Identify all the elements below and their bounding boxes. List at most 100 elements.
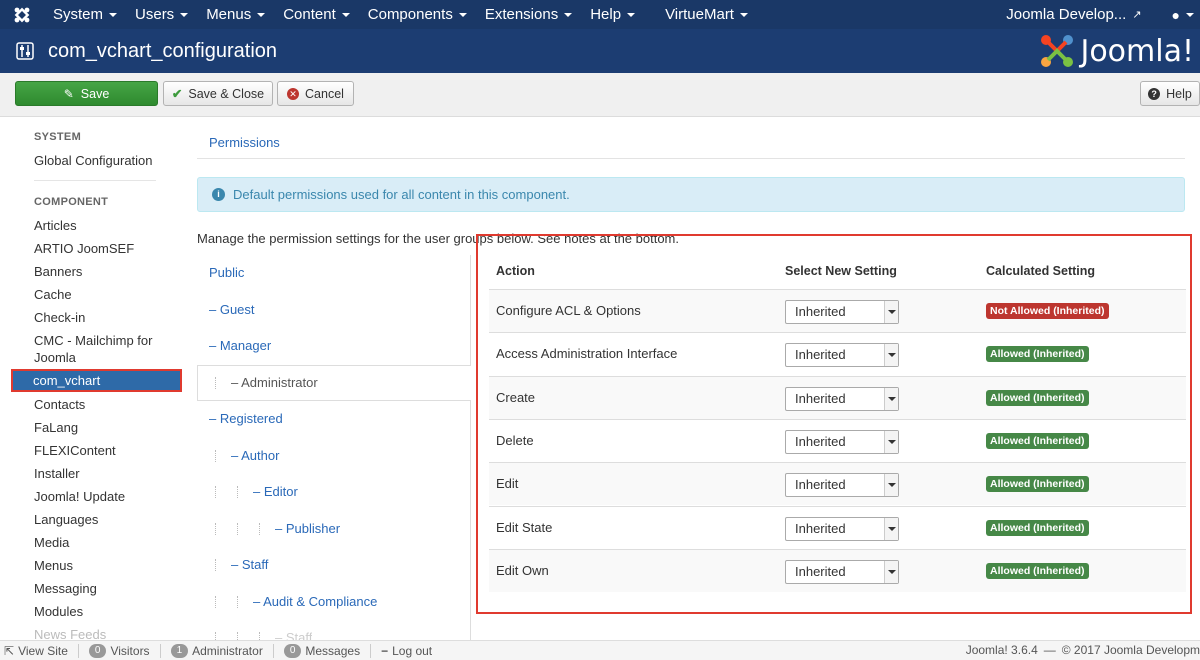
sidebar-item-menus[interactable]: Menus <box>34 557 73 574</box>
sidebar-item-global-configuration[interactable]: Global Configuration <box>34 152 153 169</box>
logout-link[interactable]: − Log out <box>381 644 432 658</box>
tab-permissions[interactable]: Permissions <box>209 135 280 150</box>
chevron-down-icon <box>257 13 266 17</box>
group-tab-registered[interactable]: – Registered <box>209 411 283 426</box>
status-divider <box>77 643 79 658</box>
messages-link[interactable]: 0 Messages <box>283 643 361 658</box>
group-tab-manager[interactable]: – Manager <box>209 338 271 353</box>
sidebar-item-languages[interactable]: Languages <box>34 511 98 528</box>
menu-components[interactable]: Components <box>359 0 476 29</box>
joomla-brand: Joomla! <box>1038 29 1200 73</box>
group-tab-audit-compliance[interactable]: – Audit & Compliance <box>253 594 377 609</box>
menu-system[interactable]: System <box>44 0 126 29</box>
options-icon <box>16 42 34 60</box>
top-navbar: System Users Menus Content Components Extensi… <box>0 0 1200 29</box>
sidebar-item-messaging[interactable]: Messaging <box>34 580 97 597</box>
chevron-down-icon <box>1186 13 1194 17</box>
chevron-down-icon <box>109 13 118 17</box>
status-divider <box>370 643 372 658</box>
chevron-down-icon <box>627 13 636 17</box>
view-site-link[interactable]: ⇱ View Site <box>4 644 68 658</box>
save-close-label: Save & Close <box>188 86 265 101</box>
admin-label: Administrator <box>192 643 263 658</box>
menu-label: Extensions <box>484 6 559 23</box>
tree-line <box>215 596 216 608</box>
menu-label: Menus <box>206 6 252 23</box>
cancel-button[interactable]: ✕ Cancel <box>277 81 354 106</box>
help-button[interactable]: ? Help <box>1140 81 1200 106</box>
version-info: Joomla! 3.6.4 — © 2017 Joomla Developm <box>966 643 1200 657</box>
tree-line <box>259 523 260 535</box>
help-icon: ? <box>1148 87 1161 100</box>
sidebar-item-com-vchart[interactable]: com_vchart <box>11 369 182 392</box>
chevron-down-icon <box>341 13 350 17</box>
sidebar-item-articles[interactable]: Articles <box>34 217 77 234</box>
tab-divider <box>197 158 1185 159</box>
menu-users[interactable]: Users <box>126 0 197 29</box>
group-tab-guest[interactable]: – Guest <box>209 302 255 317</box>
toolbar: ✎ Save ✔ Save & Close ✕ Cancel ? Help <box>0 73 1200 117</box>
menu-extensions[interactable]: Extensions <box>476 0 581 29</box>
sidebar-item-check-in[interactable]: Check-in <box>34 309 85 326</box>
group-tab-administrator[interactable]: – Administrator <box>231 375 318 390</box>
check-icon: ✔ <box>171 87 183 101</box>
sidebar-item-joomla-update[interactable]: Joomla! Update <box>34 488 125 505</box>
sidebar-item-media[interactable]: Media <box>34 534 69 551</box>
tree-line <box>237 486 238 498</box>
tree-line <box>215 523 216 535</box>
menu-virtuemart[interactable]: VirtueMart <box>656 0 757 29</box>
sidebar-item-banners[interactable]: Banners <box>34 263 82 280</box>
highlight-box <box>476 234 1192 614</box>
group-tab-staff[interactable]: – Staff <box>275 630 312 640</box>
copyright-text: © 2017 Joomla Developm <box>1061 643 1200 657</box>
group-tab-editor[interactable]: – Editor <box>253 484 298 499</box>
menu-content[interactable]: Content <box>274 0 359 29</box>
edit-icon: ✎ <box>63 86 74 101</box>
tree-line <box>237 523 238 535</box>
chevron-down-icon <box>564 13 573 17</box>
save-button[interactable]: ✎ Save <box>15 81 158 106</box>
sidebar-item-installer[interactable]: Installer <box>34 465 80 482</box>
site-link[interactable]: Joomla Develop... <box>1006 6 1126 23</box>
status-divider <box>272 643 274 658</box>
main-menu: System Users Menus Content Components Extensi… <box>44 0 644 29</box>
group-tab-author[interactable]: – Author <box>231 448 279 463</box>
group-tab-publisher[interactable]: – Publisher <box>275 521 340 536</box>
sidebar-item-cmc-mailchimp-for-joomla[interactable]: CMC - Mailchimp for Joomla <box>34 332 169 366</box>
sidebar-item-flexicontent[interactable]: FLEXIContent <box>34 442 116 459</box>
menu-label: System <box>53 6 104 23</box>
admin-link[interactable]: 1 Administrator <box>170 643 263 658</box>
cancel-icon: ✕ <box>287 87 300 100</box>
minus-icon: − <box>381 643 389 658</box>
version-text: Joomla! 3.6.4 <box>965 643 1038 657</box>
alert-text: Default permissions used for all content… <box>233 187 570 202</box>
menu-help[interactable]: Help <box>581 0 644 29</box>
sidebar-divider <box>34 180 156 181</box>
menu-virtuemart-label: VirtueMart <box>665 6 734 23</box>
info-alert: i Default permissions used for all conte… <box>197 177 1185 212</box>
group-tab-staff[interactable]: – Staff <box>231 557 268 572</box>
sidebar-item-contacts[interactable]: Contacts <box>34 396 85 413</box>
sidebar-item-cache[interactable]: Cache <box>34 286 72 303</box>
chevron-down-icon <box>458 13 467 17</box>
visitors-badge: 0 <box>88 643 107 658</box>
chevron-down-icon <box>739 13 748 17</box>
save-close-button[interactable]: ✔ Save & Close <box>163 81 273 106</box>
sidebar-item-modules[interactable]: Modules <box>34 603 83 620</box>
group-tab-public[interactable]: Public <box>209 265 244 280</box>
visitors-link[interactable]: 0 Visitors <box>88 643 150 658</box>
messages-badge: 0 <box>283 643 302 658</box>
tree-line <box>215 377 216 389</box>
sidebar-item-artio-joomsef[interactable]: ARTIO JoomSEF <box>34 240 134 257</box>
menu-label: Help <box>590 6 622 23</box>
sidebar-item-falang[interactable]: FaLang <box>34 419 78 436</box>
cancel-label: Cancel <box>305 86 344 101</box>
messages-label: Messages <box>305 643 361 658</box>
user-icon[interactable]: ● <box>1172 7 1180 23</box>
menu-menus[interactable]: Menus <box>197 0 274 29</box>
joomla-logo-icon[interactable] <box>0 0 44 29</box>
logout-label: Log out <box>392 643 433 658</box>
brand-wordmark: Joomla! <box>1080 33 1194 69</box>
external-link-icon: ⇱ <box>4 643 15 658</box>
tree-line <box>215 450 216 462</box>
